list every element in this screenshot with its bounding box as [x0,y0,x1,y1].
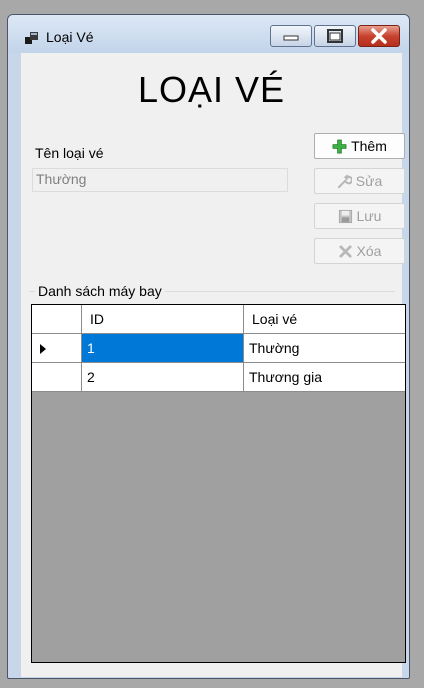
current-row-arrow-icon [40,344,46,354]
ticket-type-label: Tên loại vé [35,145,104,161]
grid-header-row: ID Loại vé [32,305,405,334]
delete-button-label: Xóa [356,243,382,259]
maximize-button[interactable] [314,25,356,47]
close-icon [371,28,387,44]
delete-button[interactable]: Xóa [314,238,405,264]
row-header[interactable] [32,363,82,392]
wrench-icon [337,174,352,188]
add-button-label: Thêm [351,138,387,154]
table-row[interactable]: 1 Thường [32,334,405,363]
page-title: LOẠI VÉ [137,69,286,110]
floppy-disk-icon [338,209,352,223]
save-button-label: Lưu [356,208,382,224]
table-cell-type[interactable]: Thường [244,334,405,363]
aircraft-list-group-label: Danh sách máy bay [35,283,165,299]
app-window: Loại Vé LOẠI VÉ Tên loại vé Thường Thêm … [7,14,410,679]
edit-button[interactable]: Sửa [314,168,405,194]
plus-icon [332,139,347,153]
ticket-type-field[interactable]: Thường [32,168,288,192]
edit-button-label: Sửa [355,173,383,189]
minimize-icon [283,35,299,41]
maximize-icon [327,29,343,43]
minimize-button[interactable] [270,25,312,47]
table-cell-type[interactable]: Thương gia [244,363,405,392]
table-row[interactable]: 2 Thương gia [32,363,405,392]
x-icon [338,244,352,258]
close-button[interactable] [358,25,400,47]
save-button[interactable]: Lưu [314,203,405,229]
title-bar[interactable]: Loại Vé [8,15,409,53]
app-window-icon [25,32,38,44]
add-button[interactable]: Thêm [314,133,405,159]
form-client-area: LOẠI VÉ Tên loại vé Thường Thêm Sửa Lưu … [21,53,406,677]
row-header-corner [32,305,82,334]
ticket-type-grid[interactable]: ID Loại vé 1 Thường 2 Thương gia [31,304,406,663]
table-cell-id[interactable]: 2 [82,363,244,392]
column-header-type[interactable]: Loại vé [244,305,405,334]
table-cell-id[interactable]: 1 [82,334,244,363]
column-header-id[interactable]: ID [82,305,244,334]
row-header[interactable] [32,334,82,363]
window-title: Loại Vé [46,29,94,45]
